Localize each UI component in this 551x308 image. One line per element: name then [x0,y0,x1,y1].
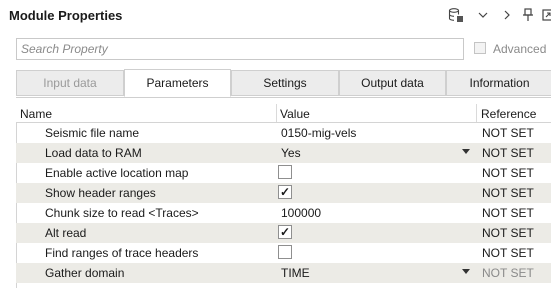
property-reference[interactable]: NOT SET [482,146,534,160]
property-name: Find ranges of trace headers [45,246,199,260]
tab-output-data[interactable]: Output data [339,70,446,96]
check-mark-icon: ✓ [279,185,291,199]
property-name: Enable active location map [45,166,189,180]
advanced-label: Advanced [493,42,547,56]
property-reference[interactable]: NOT SET [482,186,534,200]
property-reference[interactable]: NOT SET [482,206,534,220]
column-header-value[interactable]: Value [280,107,310,121]
property-name: Gather domain [45,266,125,280]
property-reference[interactable]: NOT SET [482,126,534,140]
column-header-name[interactable]: Name [20,107,52,121]
property-reference[interactable]: NOT SET [482,266,534,280]
table-row[interactable]: Seismic file name 0150-mig-vels NOT SET [16,123,551,143]
table-row[interactable]: Find ranges of trace headers NOT SET [16,243,551,263]
property-name: Show header ranges [45,186,156,200]
chevron-right-icon[interactable] [497,5,517,25]
table-row[interactable]: Show header ranges ✓ NOT SET [16,183,551,203]
search-property-input[interactable] [16,38,464,60]
property-name: Alt read [45,226,87,240]
property-name: Seismic file name [45,126,140,140]
advanced-checkbox[interactable] [474,42,486,54]
property-reference[interactable]: NOT SET [482,166,534,180]
table-row[interactable]: Alt read ✓ NOT SET [16,223,551,243]
table-row[interactable]: Load data to RAM Yes NOT SET [16,143,551,163]
property-name: Chunk size to read <Traces> [45,206,199,220]
property-reference[interactable]: NOT SET [482,226,534,240]
property-value-select[interactable]: TIME [281,266,310,280]
title-bar: Module Properties [0,0,551,30]
property-value-text[interactable]: 100000 [281,206,321,220]
check-mark-icon: ✓ [279,225,291,239]
window-title: Module Properties [9,8,123,23]
dropdown-arrow-icon[interactable] [462,269,470,274]
database-settings-icon[interactable] [446,5,466,25]
tab-parameters[interactable]: Parameters [124,69,231,97]
tab-bar: Input data Parameters Settings Output da… [16,69,551,98]
column-header-reference[interactable]: Reference [481,107,536,121]
property-value-select[interactable]: Yes [281,146,301,160]
dropdown-arrow-icon[interactable] [462,149,470,154]
property-reference[interactable]: NOT SET [482,246,534,260]
pin-icon[interactable] [518,5,538,25]
tab-settings[interactable]: Settings [231,70,339,96]
chevron-down-icon[interactable] [473,5,493,25]
table-row[interactable]: Enable active location map NOT SET [16,163,551,183]
property-value-checkbox[interactable]: ✓ [278,225,292,239]
property-value-checkbox[interactable] [278,245,292,259]
float-window-icon[interactable] [538,5,551,25]
column-divider[interactable] [476,104,477,122]
tab-information[interactable]: Information [446,70,551,96]
grid-header: Name Value Reference [16,104,551,123]
search-row: Advanced [0,36,551,64]
property-value-text[interactable]: 0150-mig-vels [281,126,356,140]
property-name: Load data to RAM [45,146,142,160]
table-row[interactable]: Gather domain TIME NOT SET [16,263,551,283]
column-divider[interactable] [276,104,277,122]
tab-input-data: Input data [16,70,124,96]
table-row[interactable]: Chunk size to read <Traces> 100000 NOT SET [16,203,551,223]
property-value-checkbox[interactable]: ✓ [278,185,292,199]
property-value-checkbox[interactable] [278,165,292,179]
